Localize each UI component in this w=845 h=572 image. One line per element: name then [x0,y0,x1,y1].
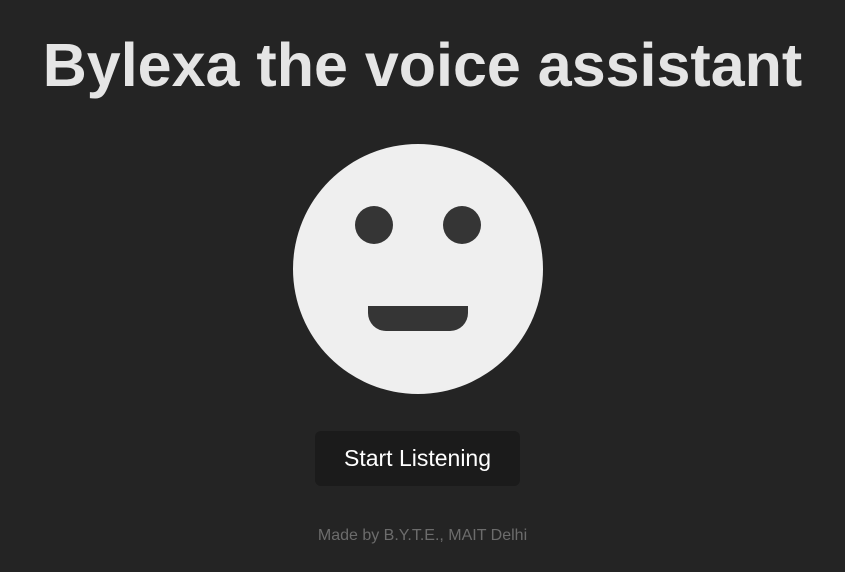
app-page: Bylexa the voice assistant Start Listeni… [0,0,845,572]
mouth [368,306,468,331]
smiley-face-icon [293,144,543,394]
right-eye [443,206,481,244]
left-eye [355,206,393,244]
start-listening-button[interactable]: Start Listening [315,431,520,486]
page-title: Bylexa the voice assistant [42,31,803,99]
footer-credit: Made by B.Y.T.E., MAIT Delhi [317,527,528,544]
